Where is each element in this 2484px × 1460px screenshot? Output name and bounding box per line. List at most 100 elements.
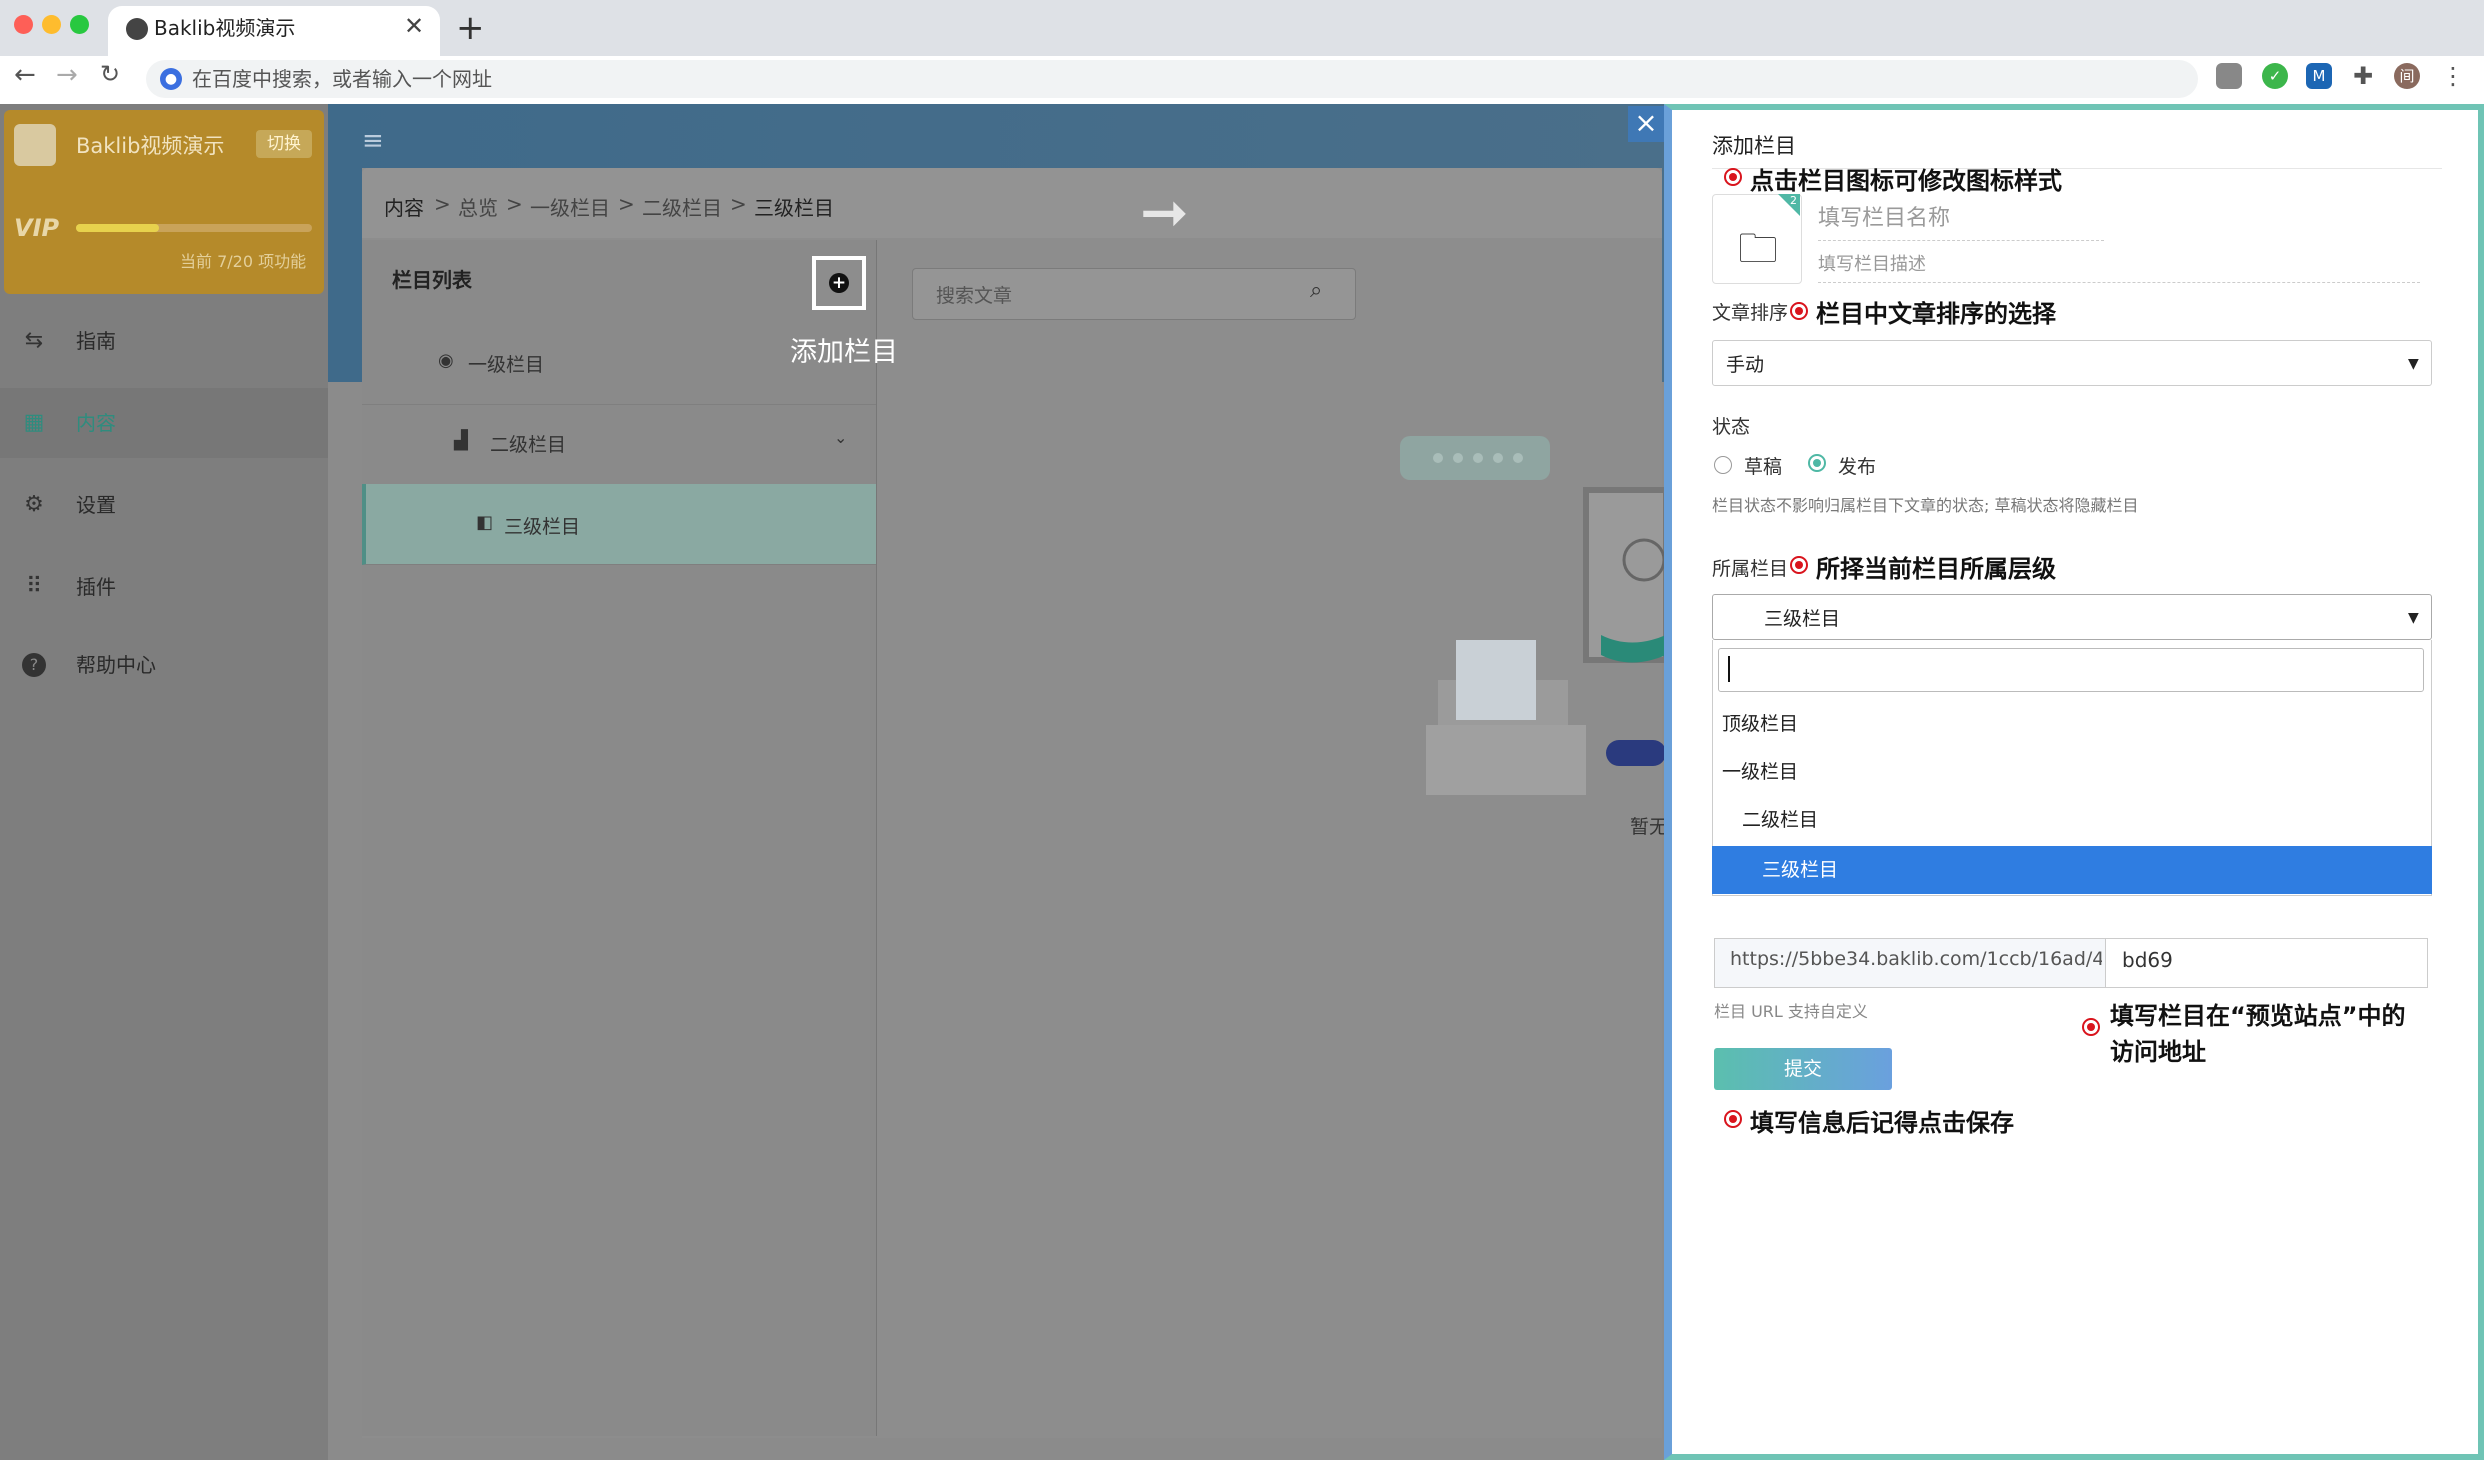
parent-annotation: 所择当前栏目所属层级 — [1816, 555, 2056, 583]
url-slug-value: bd69 — [2122, 948, 2173, 972]
breadcrumb-separator: > — [434, 192, 451, 216]
extension-m-icon[interactable]: M — [2306, 63, 2332, 89]
breadcrumb-item-current: 三级栏目 — [754, 196, 834, 220]
status-radio-draft[interactable] — [1714, 456, 1732, 474]
back-arrow-icon[interactable]: ← — [14, 60, 36, 90]
annotation-marker-icon — [1790, 556, 1808, 574]
parent-select-value: 三级栏目 — [1764, 608, 1841, 630]
minimize-window-button[interactable] — [42, 15, 61, 34]
url-prefix-text: https://5bbe34.baklib.com/1ccb/16ad/4 — [1730, 948, 2102, 970]
annotation-marker-icon — [1790, 302, 1808, 320]
breadcrumb-item[interactable]: 总览 — [458, 192, 498, 221]
sort-label: 文章排序 — [1712, 302, 1789, 324]
close-window-button[interactable] — [14, 15, 33, 34]
icon-badge-number: 2 — [1790, 194, 1797, 207]
forward-arrow-icon[interactable]: → — [56, 60, 78, 90]
sidebar-item-label: 帮助中心 — [76, 653, 156, 677]
sidebar-item-label: 设置 — [76, 493, 116, 517]
sort-select-value: 手动 — [1726, 354, 1765, 376]
empty-state-text: 暂无 — [1630, 816, 1669, 838]
zoom-window-button[interactable] — [70, 15, 89, 34]
annotation-marker-icon — [1724, 168, 1742, 186]
url-annotation-line1: 填写栏目在“预览站点”中的 — [2110, 1002, 2406, 1030]
new-tab-button[interactable]: + — [456, 8, 485, 48]
puzzle-icon[interactable]: ✚ — [2350, 63, 2376, 89]
drawer-title: 添加栏目 — [1712, 134, 1796, 158]
text-cursor — [1728, 656, 1730, 682]
globe-icon — [126, 18, 148, 40]
divider — [1818, 282, 2420, 283]
vip-badge: VIP — [14, 214, 60, 242]
dropdown-option-selected[interactable]: 三级栏目 — [1712, 846, 2432, 894]
column-name-input[interactable]: 填写栏目名称 — [1818, 200, 1950, 232]
column-list-title: 栏目列表 — [392, 268, 472, 292]
status-help-text: 栏目状态不影响归属栏目下文章的状态; 草稿状态将隐藏栏目 — [1712, 496, 2139, 515]
grid-icon: ▦ — [23, 410, 45, 435]
status-option-publish: 发布 — [1838, 456, 1877, 478]
reload-icon[interactable]: ↻ — [100, 60, 120, 88]
switch-button[interactable]: 切换 — [256, 130, 312, 158]
menu-icon[interactable]: ≡ — [362, 126, 384, 156]
brand-name: Baklib视频演示 — [76, 134, 225, 158]
sidebar-item-guide[interactable] — [0, 306, 328, 376]
dropdown-search-input[interactable] — [1718, 648, 2424, 692]
breadcrumb-item[interactable]: 内容 — [384, 192, 424, 221]
url-help-text: 栏目 URL 支持自定义 — [1714, 1002, 1868, 1021]
tree-item-level2[interactable] — [362, 404, 876, 485]
sidebar-item-label: 内容 — [76, 411, 116, 435]
extension-globe-icon[interactable] — [2216, 63, 2242, 89]
url-annotation-line2: 访问地址 — [2110, 1038, 2206, 1066]
breadcrumb-separator: > — [730, 192, 747, 216]
more-menu-icon[interactable]: ⋮ — [2440, 63, 2466, 89]
chevron-down-icon[interactable]: ⌄ — [834, 428, 847, 447]
tab-close-icon[interactable]: ✕ — [404, 12, 424, 40]
empty-state-illustration — [1400, 436, 1666, 795]
user-circle-icon: ◉ — [438, 350, 454, 371]
sidebar-item-content[interactable] — [0, 388, 328, 458]
dropdown-option[interactable]: 二级栏目 — [1712, 796, 2432, 844]
apps-icon: ⠿ — [25, 574, 43, 599]
sidebar-item-help[interactable] — [0, 630, 328, 700]
icon-annotation: 点击栏目图标可修改图标样式 — [1750, 167, 2062, 195]
caret-down-icon: ▼ — [2408, 356, 2419, 372]
status-radio-publish[interactable] — [1808, 454, 1826, 472]
search-icon[interactable]: ⌕ — [1310, 278, 1322, 303]
sort-select[interactable] — [1712, 340, 2432, 386]
caret-down-icon: ▼ — [2408, 610, 2419, 626]
status-label: 状态 — [1712, 416, 1751, 438]
sidebar-item-settings[interactable] — [0, 470, 328, 540]
annotation-marker-icon — [1724, 1110, 1742, 1128]
plus-circle-icon: + — [829, 273, 849, 293]
dropdown-option[interactable]: 一级栏目 — [1712, 748, 2432, 796]
brand-logo — [14, 124, 56, 166]
extension-check-icon[interactable]: ✓ — [2262, 63, 2288, 89]
sidebar-item-plugins[interactable] — [0, 552, 328, 622]
usage-text: 当前 7/20 项功能 — [180, 252, 307, 271]
address-bar-placeholder: 在百度中搜索，或者输入一个网址 — [192, 67, 492, 91]
tree-item-label: 三级栏目 — [504, 516, 581, 538]
dropdown-option[interactable]: 顶级栏目 — [1712, 700, 2432, 748]
signpost-icon: ⇆ — [24, 328, 44, 353]
profile-avatar[interactable]: 间 — [2394, 63, 2420, 89]
submit-annotation: 填写信息后记得点击保存 — [1750, 1109, 2014, 1137]
share-square-icon: ◧ — [476, 512, 494, 533]
drawer-close-button[interactable]: × — [1628, 106, 1664, 142]
sidebar-item-label: 插件 — [76, 575, 116, 599]
area-chart-icon: ▟ — [454, 430, 468, 451]
breadcrumb-item[interactable]: 二级栏目 — [642, 192, 722, 221]
divider — [1818, 240, 2104, 241]
submit-button[interactable]: 提交 — [1714, 1048, 1892, 1090]
annotation-marker-icon — [2082, 1018, 2100, 1036]
breadcrumb-item[interactable]: 一级栏目 — [530, 192, 610, 221]
tab-title: Baklib视频演示 — [154, 16, 296, 40]
tree-item-label: 一级栏目 — [468, 354, 545, 376]
breadcrumb-separator: > — [618, 192, 635, 216]
usage-progress-fill — [76, 224, 159, 232]
sort-annotation: 栏目中文章排序的选择 — [1816, 300, 2056, 328]
breadcrumb-separator: > — [506, 192, 523, 216]
column-description-input[interactable]: 填写栏目描述 — [1818, 250, 1926, 276]
tree-item-level3[interactable] — [362, 484, 876, 565]
gear-icon: ⚙ — [24, 492, 44, 517]
status-option-draft: 草稿 — [1744, 456, 1783, 478]
baidu-paw-icon: ● — [160, 68, 182, 90]
